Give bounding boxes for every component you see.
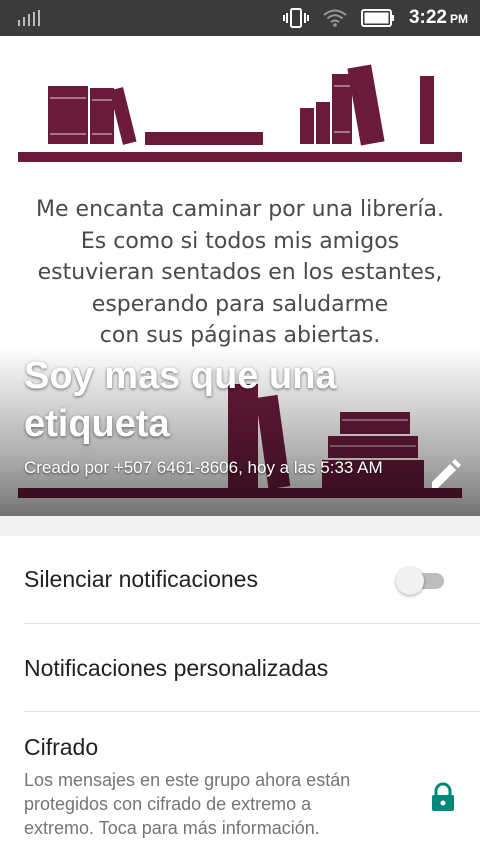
mute-notifications-row[interactable]: Silenciar notificaciones bbox=[0, 536, 480, 624]
quote-line: esperando para saludarme bbox=[91, 291, 389, 317]
custom-notifications-row[interactable]: Notificaciones personalizadas bbox=[0, 624, 480, 712]
clock: 3:22 PM bbox=[409, 7, 468, 29]
edit-pencil-icon[interactable] bbox=[428, 458, 462, 492]
group-created-info: Creado por +507 6461-8606, hoy a las 5:3… bbox=[24, 458, 383, 477]
settings-card: Silenciar notificaciones Notificaciones … bbox=[0, 536, 480, 854]
mute-toggle[interactable] bbox=[396, 566, 446, 595]
vibrate-icon bbox=[282, 8, 309, 28]
signal-icon bbox=[18, 10, 40, 26]
clock-time: 3:22 bbox=[408, 7, 447, 28]
group-header-image[interactable]: Me encanta caminar por una librería. Es … bbox=[0, 36, 480, 516]
encryption-description: Los mensajes en este grupo ahora están p… bbox=[24, 770, 351, 838]
status-bar: 3:22 PM bbox=[0, 0, 480, 36]
mute-notifications-label: Silenciar notificaciones bbox=[24, 566, 258, 592]
back-arrow-icon[interactable] bbox=[22, 60, 62, 100]
battery-icon bbox=[360, 9, 394, 27]
quote-line: Es como si todos mis amigos bbox=[80, 228, 400, 254]
quote-line: estuvieran sentados en los estantes, bbox=[37, 260, 443, 285]
custom-notifications-label: Notificaciones personalizadas bbox=[24, 655, 329, 681]
encryption-title: Cifrado bbox=[24, 734, 99, 760]
image-quote: Me encanta caminar por una librería. Es … bbox=[0, 194, 480, 352]
quote-line: Me encanta caminar por una librería. bbox=[36, 197, 444, 222]
lock-icon bbox=[432, 782, 454, 811]
mute-toggle-thumb bbox=[396, 567, 424, 595]
clock-ampm: PM bbox=[450, 12, 468, 26]
group-name: Soy mas que una etiqueta bbox=[24, 355, 337, 445]
wifi-icon bbox=[323, 9, 347, 27]
